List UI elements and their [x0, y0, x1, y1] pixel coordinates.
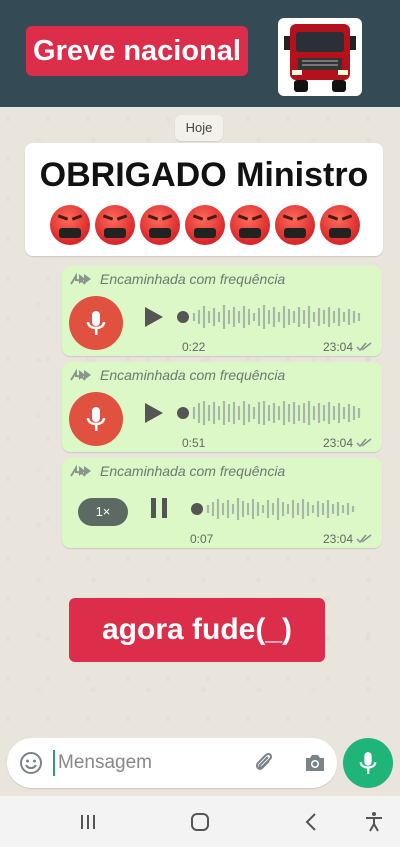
forwarded-icon — [70, 272, 91, 285]
waveform[interactable] — [176, 302, 366, 332]
emoji-icon[interactable] — [19, 751, 43, 775]
image-card[interactable]: OBRIGADO Ministro — [25, 143, 383, 256]
waveform[interactable] — [190, 494, 368, 524]
angry-face-icon — [275, 205, 315, 245]
pause-button[interactable] — [147, 496, 171, 520]
mic-icon — [359, 752, 377, 774]
double-check-icon — [356, 342, 372, 352]
message-time: 23:04 — [323, 340, 372, 354]
record-voice-button[interactable] — [343, 738, 393, 788]
angry-face-icon — [50, 205, 90, 245]
duration-label: 0:22 — [182, 340, 206, 354]
voice-message[interactable]: Encaminhada com frequência 0:22 23:04 — [62, 266, 382, 356]
angry-face-icon — [95, 205, 135, 245]
attach-icon[interactable] — [252, 751, 276, 775]
forwarded-icon — [70, 464, 91, 477]
accessibility-icon[interactable] — [362, 810, 386, 834]
forwarded-label: Encaminhada com frequência — [70, 463, 285, 479]
card-title: OBRIGADO Ministro — [39, 156, 369, 194]
playback-speed-button[interactable]: 1× — [78, 498, 128, 526]
forwarded-label: Encaminhada com frequência — [70, 367, 285, 383]
message-time: 23:04 — [323, 532, 372, 546]
mic-icon — [86, 311, 106, 335]
mic-avatar — [69, 392, 123, 446]
message-input[interactable] — [53, 750, 233, 776]
double-check-icon — [356, 534, 372, 544]
message-composer[interactable] — [7, 738, 337, 788]
forwarded-label: Encaminhada com frequência — [70, 271, 285, 287]
system-navigation-bar — [0, 796, 400, 847]
date-chip: Hoje — [175, 115, 223, 141]
message-time: 23:04 — [323, 436, 372, 450]
voice-message[interactable]: Encaminhada com frequência 0:51 23:04 — [62, 362, 382, 452]
duration-label: 0:51 — [182, 436, 206, 450]
duration-label: 0:07 — [190, 532, 214, 546]
overlay-caption: agora fude(_) — [69, 598, 325, 662]
camera-icon[interactable] — [303, 751, 327, 775]
home-icon[interactable] — [188, 810, 212, 834]
angry-face-icon — [320, 205, 360, 245]
angry-face-icon — [230, 205, 270, 245]
chat-header: Greve nacional — [0, 0, 400, 107]
back-icon[interactable] — [300, 810, 324, 834]
angry-emoji-row — [50, 205, 360, 245]
waveform[interactable] — [176, 398, 366, 428]
angry-face-icon — [140, 205, 180, 245]
double-check-icon — [356, 438, 372, 448]
truck-image — [278, 18, 362, 96]
forwarded-icon — [70, 368, 91, 381]
voice-message[interactable]: Encaminhada com frequência 1× 0:07 23:04 — [62, 458, 382, 548]
play-button[interactable] — [141, 305, 165, 329]
play-button[interactable] — [141, 401, 165, 425]
recent-apps-icon[interactable] — [76, 810, 100, 834]
angry-face-icon — [185, 205, 225, 245]
mic-avatar — [69, 296, 123, 350]
mic-icon — [86, 407, 106, 431]
header-title: Greve nacional — [26, 26, 248, 76]
